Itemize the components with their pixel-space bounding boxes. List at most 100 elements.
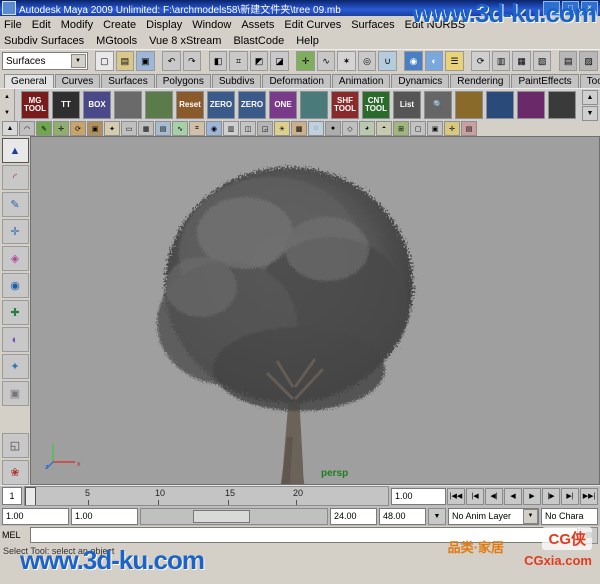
chevron-up-icon[interactable]: ▲	[4, 94, 10, 100]
channel-box-icon[interactable]: ▧	[532, 51, 552, 71]
camera-icon[interactable]: ◲	[257, 121, 273, 136]
shelf-tab-dynamics[interactable]: Dynamics	[391, 74, 450, 88]
redo-icon[interactable]: ↷	[182, 51, 202, 71]
paint-select-icon[interactable]: ✎	[36, 121, 52, 136]
shelf-item-list[interactable]: List	[393, 91, 421, 119]
blend-shape-icon[interactable]: ◫	[240, 121, 256, 136]
select-mode-icon[interactable]: ◧	[208, 51, 228, 71]
shelf-item-bone[interactable]	[517, 91, 545, 119]
hypergraph-icon[interactable]: ⌗	[189, 121, 205, 136]
shelf-item-reset[interactable]: Reset	[176, 91, 204, 119]
shelf-item-cnt-tools[interactable]: CNT TOOL	[362, 91, 390, 119]
menu-vue8-xstream[interactable]: Vue 8 xStream	[149, 35, 221, 47]
shelf-tab-subdivs[interactable]: Subdivs	[211, 74, 262, 88]
extra-panel-icon[interactable]: ▨	[579, 51, 598, 71]
shelf-scroll-up-icon[interactable]: ▲	[582, 89, 598, 105]
current-frame-field[interactable]: 1	[2, 487, 22, 505]
menu-display[interactable]: Display	[146, 19, 182, 31]
menu-help[interactable]: Help	[296, 35, 319, 47]
render-view-icon[interactable]: ◉	[206, 121, 222, 136]
film-gate-icon[interactable]: ▢	[410, 121, 426, 136]
scale-icon[interactable]: ▣	[87, 121, 103, 136]
menu-assets[interactable]: Assets	[241, 19, 274, 31]
shelf-item-paint[interactable]	[455, 91, 483, 119]
hierarchy-icon[interactable]: ⌗	[229, 51, 248, 71]
menu-window[interactable]: Window	[192, 19, 231, 31]
layout-single-icon[interactable]: ▭	[121, 121, 137, 136]
shelf-tab-animation[interactable]: Animation	[331, 74, 391, 88]
menu-subdiv-surfaces[interactable]: Subdiv Surfaces	[4, 35, 84, 47]
object-icon[interactable]: ◩	[249, 51, 269, 71]
last-tool-used[interactable]: ▣	[1, 381, 29, 406]
show-manipulator-icon[interactable]: ✦	[104, 121, 120, 136]
shelf-item-zero[interactable]: ZERO	[207, 91, 235, 119]
shelf-tab-toon[interactable]: Toon	[579, 74, 600, 88]
range-menu-icon[interactable]: ▼	[428, 507, 446, 525]
range-start-field[interactable]: 1.00	[2, 507, 69, 525]
shelf-tab-painteffects[interactable]: PaintEffects	[511, 74, 579, 88]
snap-curve-icon[interactable]: ∿	[316, 51, 336, 71]
undo-icon[interactable]: ↶	[162, 51, 181, 71]
shelf-tab-deformation[interactable]: Deformation	[262, 74, 331, 88]
render-icon[interactable]: ◉	[404, 51, 423, 71]
chevron-down-icon-shelf[interactable]: ▼	[4, 110, 10, 116]
shelf-scroll-down-icon[interactable]: ▼	[582, 105, 598, 121]
snap-icon[interactable]: ✛	[444, 121, 460, 136]
menu-create[interactable]: Create	[103, 19, 136, 31]
maximize-button[interactable]: □	[562, 0, 579, 16]
shelf-item-tt[interactable]: TT	[52, 91, 80, 119]
script-editor-icon[interactable]: ▤	[580, 526, 598, 544]
menu-blastcode[interactable]: BlastCode	[233, 35, 284, 47]
component-icon[interactable]: ◪	[270, 51, 289, 71]
smooth-icon[interactable]: ◕	[359, 121, 375, 136]
close-button[interactable]: ×	[581, 0, 598, 16]
minimize-button[interactable]: _	[543, 0, 560, 16]
scale-tool[interactable]: ◉	[1, 273, 29, 298]
tool-settings-icon[interactable]: ▦	[512, 51, 531, 71]
playback-end-field[interactable]: 24.00	[330, 507, 377, 525]
step-forward-key-icon[interactable]: ▶|	[561, 487, 579, 505]
shelf-item-zero2[interactable]: ZERO	[238, 91, 266, 119]
rotate-tool[interactable]: ◈	[1, 246, 29, 271]
perspective-viewport[interactable]: z x persp	[30, 136, 600, 485]
anim-layer-selector[interactable]: No Anim Layer ▼	[448, 507, 539, 525]
time-slider[interactable]: 1 5 10 15 20 1.00 |◀◀ |◀ ◀| ◀ ▶ |▶ ▶| ▶▶…	[0, 485, 600, 506]
xray-icon[interactable]: ◌	[308, 121, 324, 136]
shelf-tab-polygons[interactable]: Polygons	[155, 74, 211, 88]
ipr-render-icon[interactable]: ◐	[424, 51, 444, 71]
snap-grid-icon[interactable]: ✛	[296, 51, 315, 71]
attribute-editor-icon[interactable]: ▥	[491, 51, 511, 71]
range-slider-thumb[interactable]	[193, 509, 251, 523]
command-input[interactable]	[30, 527, 578, 543]
shelf-item-mg-tools[interactable]: MG TOOL	[21, 91, 49, 119]
snap-point-icon[interactable]: ✶	[337, 51, 356, 71]
magnet-icon[interactable]: ∪	[378, 51, 397, 71]
menu-set-selector[interactable]: Surfaces ▼	[2, 52, 88, 70]
display-layer-icon[interactable]: ▤	[461, 121, 477, 136]
resolution-gate-icon[interactable]: ▣	[427, 121, 443, 136]
shelf-item-magnify[interactable]: 🔍	[424, 91, 452, 119]
shelf-item-surface[interactable]	[145, 91, 173, 119]
shelf-nav-arrows[interactable]: ▲ ▼	[0, 89, 15, 121]
shelf-item-box[interactable]: BOX	[83, 91, 111, 119]
shelf-item-link[interactable]	[300, 91, 328, 119]
layout-quick-tool[interactable]: ◱	[1, 433, 29, 458]
chevron-down-icon-anim[interactable]: ▼	[523, 508, 538, 524]
open-scene-icon[interactable]: ▤	[115, 51, 135, 71]
lasso-icon[interactable]: ◠	[19, 121, 35, 136]
graph-editor-icon[interactable]: ∿	[172, 121, 188, 136]
go-to-end-icon[interactable]: ▶▶|	[580, 487, 598, 505]
history-icon[interactable]: ⟳	[471, 51, 490, 71]
lasso-tool[interactable]: ◜	[1, 165, 29, 190]
move-tool[interactable]: ✛	[1, 219, 29, 244]
go-to-start-icon[interactable]: |◀◀	[447, 487, 465, 505]
uv-editor-icon[interactable]: ▥	[223, 121, 239, 136]
shelf-tab-rendering[interactable]: Rendering	[450, 74, 511, 88]
shelf-tab-curves[interactable]: Curves	[54, 74, 101, 88]
paint-select-tool[interactable]: ✎	[1, 192, 29, 217]
menu-edit-curves[interactable]: Edit Curves	[284, 19, 341, 31]
universal-manipulator-tool[interactable]: ✚	[1, 300, 29, 325]
range-slider[interactable]	[140, 507, 328, 525]
menu-file[interactable]: File	[4, 19, 22, 31]
shelf-item-misc[interactable]	[548, 91, 576, 119]
